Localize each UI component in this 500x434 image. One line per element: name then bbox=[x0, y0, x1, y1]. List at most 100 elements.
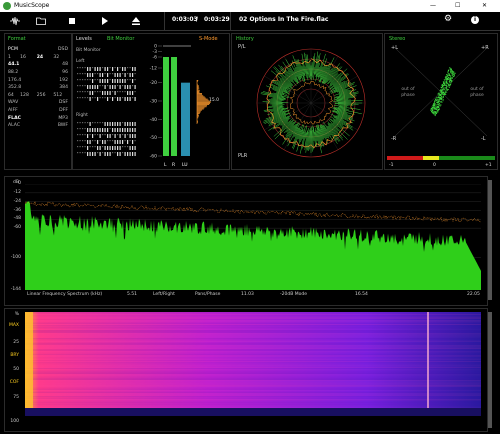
bits-32: 32 bbox=[53, 54, 60, 60]
correlation-meter bbox=[387, 156, 495, 160]
format-panel: Format PCM DSD 1 16 24 32 44.1 48 88.2 96 … bbox=[4, 33, 72, 170]
meter-scale-8: -60 bbox=[150, 154, 157, 160]
levels-panel: Levels Bit Monitor S-Mode Bit Monitor Le… bbox=[72, 33, 230, 170]
spectrum-panel: dB 0 -12 -24 -36 -48 -60 -100 -144 Linear Frequ… bbox=[4, 176, 488, 306]
rate-96: 96 bbox=[62, 70, 68, 76]
info-icon[interactable]: i bbox=[471, 16, 479, 24]
bits-16: 16 bbox=[20, 54, 26, 60]
meter-scale-7: -50 bbox=[150, 135, 157, 141]
channel-label-lu: LU bbox=[182, 162, 188, 168]
lu-level-bar bbox=[181, 82, 190, 156]
stop-icon[interactable] bbox=[69, 18, 75, 24]
bit-monitor-button[interactable]: Bit Monitor bbox=[107, 36, 134, 43]
rate-176: 176.4 bbox=[8, 77, 22, 83]
left-channel-label: Left bbox=[76, 59, 85, 64]
meter-scale-1: -3 bbox=[153, 49, 158, 55]
waveform-icon[interactable] bbox=[10, 16, 20, 26]
container-wav: WAV bbox=[8, 100, 19, 106]
corr-left-label: -1 bbox=[389, 163, 394, 168]
time-total: 0:03:29 bbox=[204, 16, 230, 23]
rate-192: 192 bbox=[59, 77, 68, 83]
mode-pans-phase[interactable]: Pans/Phase bbox=[195, 292, 220, 297]
spectrum-ytick-5: -60 bbox=[13, 225, 21, 231]
spectrogram-ytick-1: MAX bbox=[8, 323, 19, 328]
rate-44: 44.1 bbox=[8, 62, 20, 68]
spectrum-ytick-2: -24 bbox=[13, 198, 21, 204]
container-alac: ALAC bbox=[8, 123, 21, 129]
time-separator: / bbox=[196, 16, 199, 23]
corr-center-label: 0 bbox=[433, 163, 436, 168]
history-title: History bbox=[236, 36, 254, 42]
format-title: Format bbox=[8, 36, 26, 42]
container-flac: FLAC bbox=[8, 115, 21, 121]
meter-scale-0: 0 bbox=[154, 44, 157, 50]
time-current: 0:03:03 bbox=[172, 16, 198, 23]
track-name: 02 Options In The Fire.flac bbox=[239, 16, 329, 23]
history-panel: History P/L PLR bbox=[231, 33, 383, 170]
meter-scale-3: -12 bbox=[150, 66, 157, 72]
bits-24: 24 bbox=[36, 54, 44, 60]
spectrogram-panel: % MAX 25 BRY 50 COF 75 100 bbox=[4, 308, 488, 432]
pl-label: P/L bbox=[238, 44, 246, 50]
spectrogram-ytick-7: 100 bbox=[10, 419, 19, 424]
folder-icon[interactable] bbox=[36, 17, 46, 25]
spectrum-scrollbar[interactable] bbox=[488, 180, 492, 300]
spectrum-ytick-7: -144 bbox=[10, 287, 21, 292]
spectrogram-ytick-0: % bbox=[14, 312, 19, 317]
container-dff: DFF bbox=[59, 108, 68, 114]
spectrum-ytick-6: -100 bbox=[10, 254, 21, 260]
meter-scale-6: -40 bbox=[150, 117, 157, 123]
rate-88: 88.2 bbox=[8, 70, 19, 76]
minimize-button[interactable]: — bbox=[430, 0, 436, 12]
maximize-button[interactable]: ☐ bbox=[455, 0, 460, 12]
spectrogram-ytick-4: 50 bbox=[13, 367, 19, 372]
spectrum-ytick-4: -48 bbox=[13, 216, 21, 222]
gear-icon[interactable]: ⚙ bbox=[444, 14, 452, 24]
container-mp3: MP3 bbox=[58, 115, 68, 121]
meter-scale-5: -30 bbox=[150, 99, 157, 105]
left-level-bar bbox=[163, 57, 169, 156]
history-radar bbox=[256, 48, 366, 158]
spectrogram-plot bbox=[25, 312, 481, 416]
levels-title: Levels bbox=[76, 36, 92, 42]
freq-tick-3: 16.54 bbox=[355, 292, 368, 297]
level-meter: 0-3-6 -12 -20 -30 -40 -50 -60 L R LU 15.0 bbox=[150, 44, 220, 169]
meter-scale-2: -6 bbox=[153, 55, 158, 61]
dsd-512: 512 bbox=[53, 92, 63, 98]
play-icon[interactable] bbox=[101, 17, 109, 25]
rate-384: 384 bbox=[59, 85, 68, 91]
right-level-bar bbox=[171, 57, 177, 156]
dsd-128: 128 bbox=[20, 92, 29, 98]
mode-minus20db[interactable]: -20dB Mode bbox=[280, 292, 307, 297]
spectrum-footer-title: Linear Frequency Spectrum (kHz) bbox=[27, 292, 103, 297]
rate-48: 48 bbox=[62, 62, 68, 68]
dsd-64: 64 bbox=[8, 92, 14, 98]
plr-label: PLR bbox=[238, 153, 248, 159]
freq-tick-1: 5.51 bbox=[127, 292, 138, 297]
smode-readout: 15.0 bbox=[209, 97, 219, 103]
app-logo-icon bbox=[3, 2, 11, 10]
toolbar: 0:03:03 / 0:03:29 02 Options In The Fire… bbox=[0, 12, 500, 31]
pcm-label: PCM bbox=[8, 47, 18, 53]
spectrogram-scrollbar[interactable] bbox=[488, 312, 492, 428]
stereo-panel: Stereo +L +R -R -L out of phase out of p… bbox=[384, 33, 498, 170]
container-bwf: BWF bbox=[57, 123, 68, 129]
bits-1: 1 bbox=[8, 54, 11, 60]
bit-monitor-right bbox=[77, 122, 137, 158]
eject-icon[interactable] bbox=[132, 17, 140, 26]
spectrogram-ytick-6: 75 bbox=[13, 395, 19, 400]
right-channel-label: Right bbox=[76, 113, 88, 118]
container-aiff: AIFF bbox=[8, 108, 18, 114]
spectrogram-ytick-2: 25 bbox=[13, 340, 19, 345]
spectrogram-ytick-5: COF bbox=[9, 380, 19, 385]
meter-scale-4: -20 bbox=[150, 80, 157, 86]
dsd-label: DSD bbox=[58, 47, 68, 53]
window-title: MusicScope bbox=[14, 2, 50, 9]
channel-label-r: R bbox=[172, 162, 175, 168]
close-button[interactable]: ✕ bbox=[482, 0, 487, 12]
channel-label-l: L bbox=[164, 162, 167, 168]
freq-tick-4: 22.05 bbox=[467, 292, 480, 297]
spectrum-ytick-3: -36 bbox=[13, 207, 21, 213]
mode-left-right[interactable]: Left/Right bbox=[153, 292, 175, 297]
goniometer bbox=[394, 47, 488, 137]
